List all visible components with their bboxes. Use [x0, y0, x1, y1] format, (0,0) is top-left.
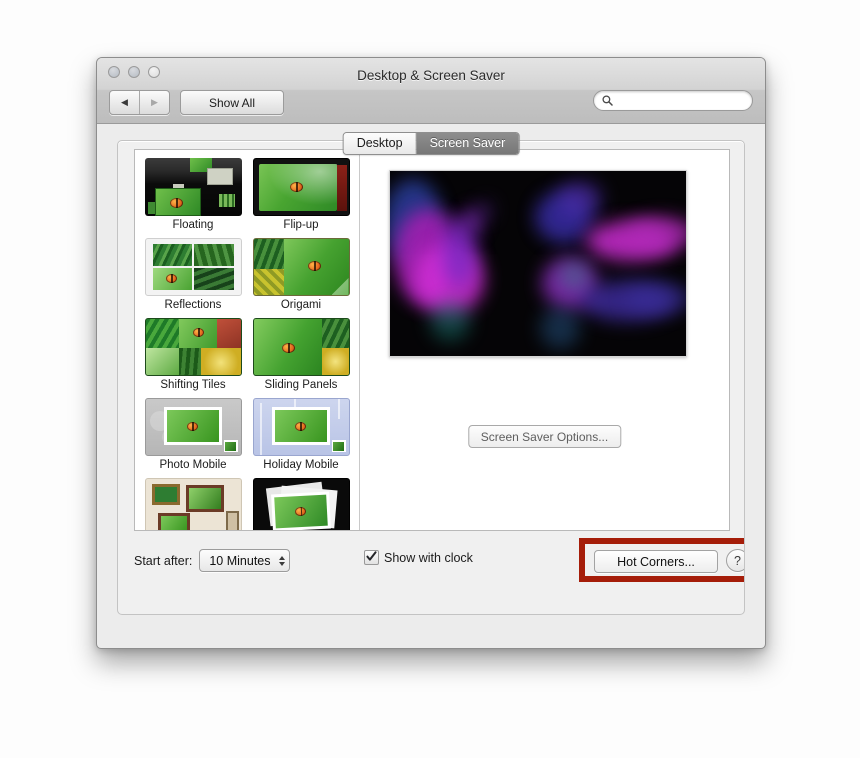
thumbnail-label: Shifting Tiles — [160, 379, 225, 391]
screensaver-thumbnail-origami[interactable] — [253, 238, 350, 296]
show-with-clock-group[interactable]: Show with clock — [364, 550, 473, 565]
list-item[interactable]: Reflections — [143, 238, 243, 311]
screen-saver-options-button[interactable]: Screen Saver Options... — [468, 425, 621, 448]
screensaver-list[interactable]: Floating Flip-up — [135, 150, 360, 530]
show-all-button[interactable]: Show All — [180, 90, 284, 115]
start-after-stepper[interactable]: 10 Minutes — [199, 549, 289, 572]
bottom-controls: Start after: 10 Minutes Show with clock — [118, 539, 744, 583]
thumbnail-label: Flip-up — [283, 219, 318, 231]
search-input[interactable] — [617, 94, 744, 108]
screensaver-thumbnail-holiday-mobile[interactable] — [253, 398, 350, 456]
screensaver-thumbnail-photo-wall[interactable] — [145, 478, 242, 530]
chevron-down-icon[interactable] — [279, 562, 285, 566]
thumbnail-label: Floating — [173, 219, 214, 231]
show-with-clock-label: Show with clock — [384, 551, 473, 565]
thumbnail-label: Sliding Panels — [265, 379, 338, 391]
system-preferences-window: Desktop & Screen Saver ◀ ▶ Show All Desk… — [96, 57, 766, 649]
forward-button[interactable]: ▶ — [140, 91, 169, 114]
thumbnail-label: Origami — [281, 299, 321, 311]
screensaver-preview-area: Screen Saver Options... — [360, 150, 729, 530]
screensaver-preview[interactable] — [389, 170, 687, 357]
list-item[interactable]: Sliding Panels — [251, 318, 351, 391]
screensaver-thumbnail-floating[interactable] — [145, 158, 242, 216]
search-icon — [602, 95, 613, 106]
screensaver-thumbnail-shifting-tiles[interactable] — [145, 318, 242, 376]
start-after-group: Start after: 10 Minutes — [134, 549, 290, 572]
thumbnail-label: Holiday Mobile — [263, 459, 338, 471]
screensaver-thumbnail-sliding-panels[interactable] — [253, 318, 350, 376]
start-after-value: 10 Minutes — [209, 554, 270, 568]
screensaver-content: Floating Flip-up — [134, 149, 730, 531]
hot-corners-button[interactable]: Hot Corners... — [594, 550, 718, 573]
thumbnail-label: Photo Mobile — [159, 459, 226, 471]
help-button[interactable]: ? — [726, 549, 745, 572]
screensaver-thumbnail-vintage-prints[interactable] — [253, 478, 350, 530]
list-item[interactable]: Floating — [143, 158, 243, 231]
checkmark-icon — [365, 550, 378, 563]
list-item[interactable] — [143, 478, 243, 530]
stepper-arrows-icon[interactable] — [279, 556, 285, 566]
thumbnail-label: Reflections — [165, 299, 222, 311]
list-item[interactable]: Origami — [251, 238, 351, 311]
list-item[interactable]: Shifting Tiles — [143, 318, 243, 391]
tab-bar: Desktop Screen Saver — [343, 132, 520, 155]
window-titlebar: Desktop & Screen Saver ◀ ▶ Show All — [97, 58, 765, 124]
window-title: Desktop & Screen Saver — [97, 68, 765, 83]
show-with-clock-checkbox[interactable] — [364, 550, 379, 565]
tab-screen-saver[interactable]: Screen Saver — [416, 133, 519, 154]
tab-desktop[interactable]: Desktop — [344, 133, 416, 154]
list-item[interactable]: Holiday Mobile — [251, 398, 351, 471]
start-after-label: Start after: — [134, 554, 192, 568]
list-item[interactable] — [251, 478, 351, 530]
navigation-segmented-control[interactable]: ◀ ▶ — [109, 90, 170, 115]
screensaver-thumbnail-photo-mobile[interactable] — [145, 398, 242, 456]
toolbar: ◀ ▶ Show All — [109, 90, 284, 115]
screensaver-thumbnail-flip-up[interactable] — [253, 158, 350, 216]
screensaver-thumbnail-reflections[interactable] — [145, 238, 242, 296]
list-item[interactable]: Photo Mobile — [143, 398, 243, 471]
list-item[interactable]: Flip-up — [251, 158, 351, 231]
preferences-panel: Floating Flip-up — [117, 140, 745, 615]
search-field[interactable] — [593, 90, 753, 111]
chevron-up-icon[interactable] — [279, 556, 285, 560]
back-button[interactable]: ◀ — [110, 91, 140, 114]
